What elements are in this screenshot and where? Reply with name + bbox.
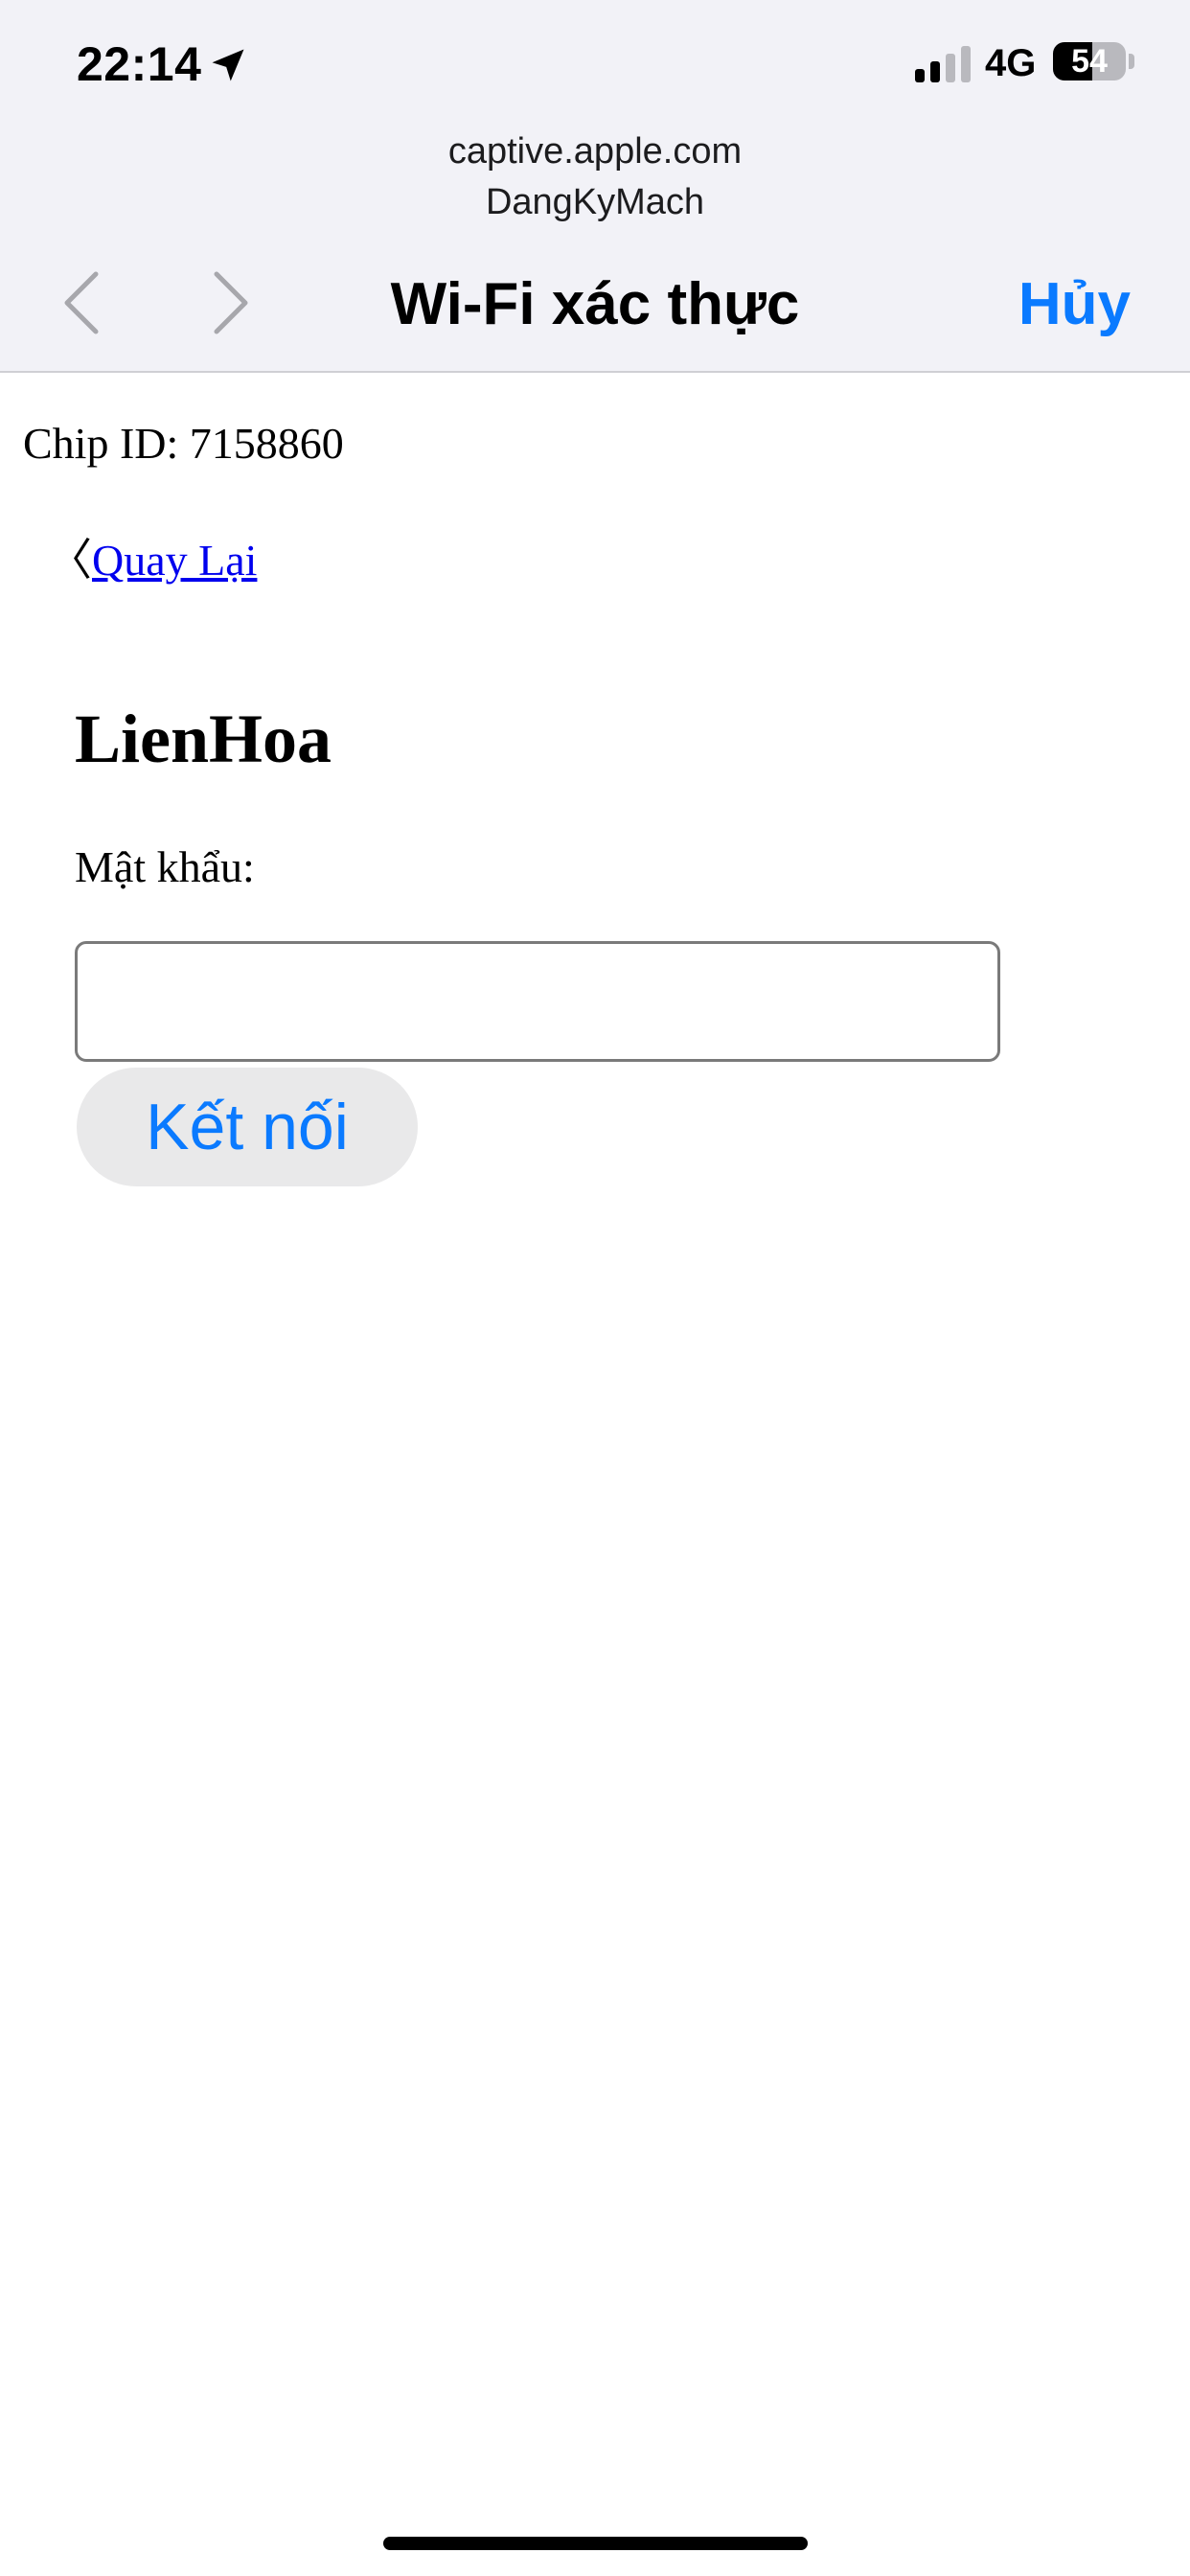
cancel-button[interactable]: Hủy <box>1018 270 1131 338</box>
page-title: Wi-Fi xác thực <box>390 271 800 337</box>
portal-url: captive.apple.com <box>447 131 743 172</box>
network-type: 4G <box>985 42 1037 84</box>
location-arrow-icon <box>212 49 244 81</box>
cellular-signal-icon <box>915 46 971 82</box>
chip-id-text: Chip ID: 7158860 <box>23 419 344 468</box>
battery-cap <box>1129 54 1134 69</box>
back-link-row: 〈Quay Lại <box>48 525 257 588</box>
back-chevron-icon: 〈 <box>48 536 92 585</box>
home-indicator <box>383 2537 808 2550</box>
connect-button[interactable]: Kết nối <box>77 1068 418 1186</box>
captive-portal-header: 22:14 4G 54 captive.apple.com DangKyMach… <box>0 0 1190 373</box>
password-label: Mật khẩu: <box>75 842 255 891</box>
network-name: LienHoa <box>75 701 332 777</box>
status-time: 22:14 <box>77 37 202 91</box>
battery-icon: 54 <box>1053 42 1126 80</box>
password-input[interactable] <box>75 941 1000 1062</box>
battery-level: 54 <box>1071 43 1108 80</box>
portal-site-name: DangKyMach <box>485 182 705 222</box>
back-link[interactable]: Quay Lại <box>92 536 257 585</box>
